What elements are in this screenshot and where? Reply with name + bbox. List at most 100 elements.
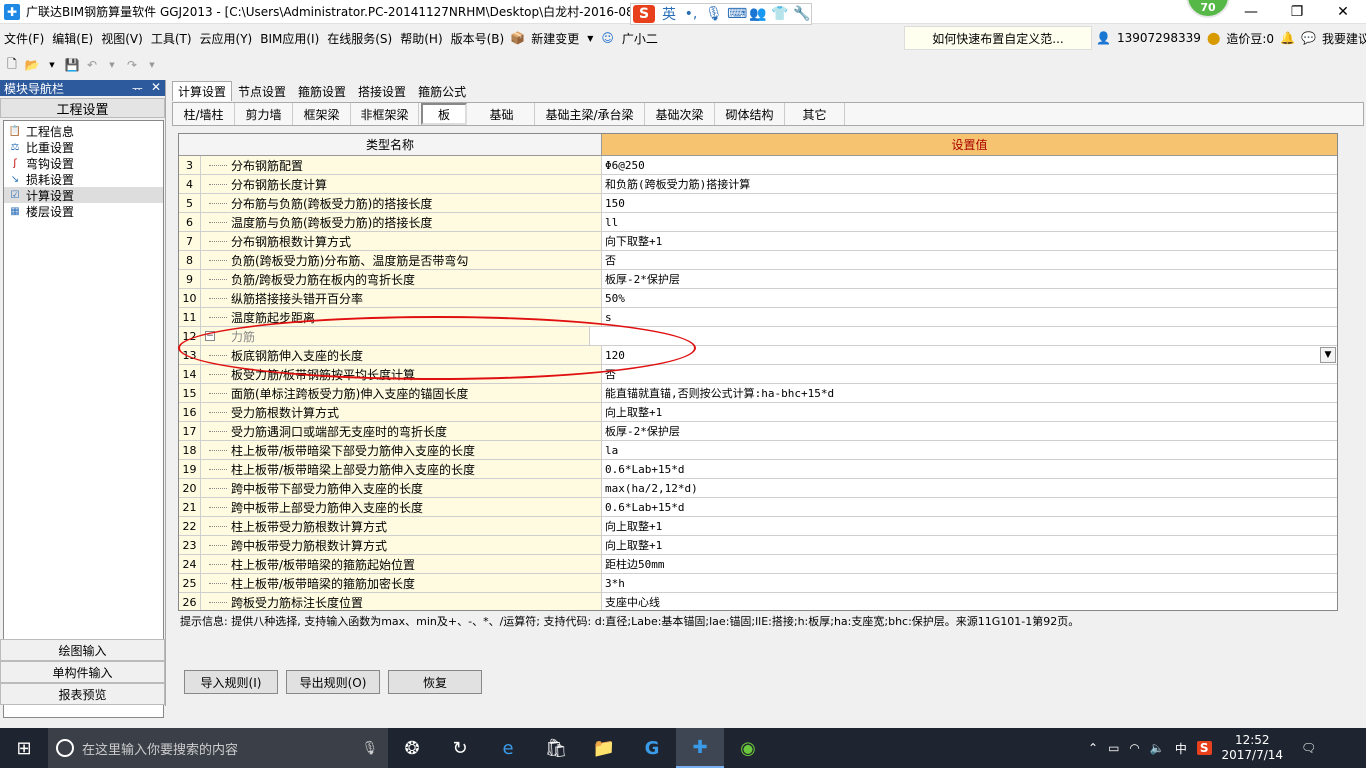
app-swirl-icon[interactable]: ↻: [436, 728, 484, 768]
table-row[interactable]: 17 受力筋遇洞口或端部无支座时的弯折长度 板厚-2*保护层: [179, 422, 1337, 441]
nav-section-drawing-input[interactable]: 绘图输入: [0, 639, 165, 661]
network-icon[interactable]: ▭: [1108, 741, 1119, 755]
nav-item-hook[interactable]: ʃ 弯钩设置: [4, 155, 163, 171]
menu-cloud[interactable]: 云应用(Y): [196, 30, 257, 47]
row-setting-value[interactable]: 150: [602, 194, 1337, 212]
tab-foundation-sec-beam[interactable]: 基础次梁: [645, 103, 715, 125]
new-file-icon[interactable]: 🗋: [4, 57, 20, 73]
store-icon[interactable]: 🛍: [532, 728, 580, 768]
table-row[interactable]: 4 分布钢筋长度计算 和负筋(跨板受力筋)搭接计算: [179, 175, 1337, 194]
dropdown-arrow-icon[interactable]: ▼: [104, 57, 120, 73]
nav-item-project-info[interactable]: 📋 工程信息: [4, 123, 163, 139]
table-row[interactable]: 7 分布钢筋根数计算方式 向下取整+1: [179, 232, 1337, 251]
keyboard-icon[interactable]: ⌨: [727, 6, 747, 22]
row-setting-value[interactable]: 板厚-2*保护层: [602, 422, 1337, 440]
table-row[interactable]: 20 跨中板带下部受力筋伸入支座的长度 max(ha/2,12*d): [179, 479, 1337, 498]
nav-section-report-preview[interactable]: 报表预览: [0, 683, 165, 705]
tab-foundation[interactable]: 基础: [469, 103, 535, 125]
tab-column[interactable]: 柱/墙柱: [173, 103, 235, 125]
row-setting-value[interactable]: 否: [602, 365, 1337, 383]
table-row[interactable]: 25 柱上板带/板带暗梁的箍筋加密长度 3*h: [179, 574, 1337, 593]
volume-icon[interactable]: 🔈: [1150, 741, 1165, 755]
tab-lap-settings[interactable]: 搭接设置: [352, 81, 412, 101]
tab-foundation-main-beam[interactable]: 基础主梁/承台梁: [535, 103, 645, 125]
tray-chevron-icon[interactable]: ⌃: [1088, 741, 1098, 755]
sogou-icon[interactable]: S: [633, 5, 655, 23]
nav-item-density[interactable]: ⚖ 比重设置: [4, 139, 163, 155]
tab-nonframe-beam[interactable]: 非框架梁: [351, 103, 419, 125]
suggest-link[interactable]: 我要建议: [1322, 30, 1366, 47]
table-row[interactable]: 23 跨中板带受力筋根数计算方式 向上取整+1: [179, 536, 1337, 555]
taskbar-search[interactable]: 在这里输入你要搜索的内容 🎙: [48, 728, 388, 768]
tab-slab[interactable]: 板: [421, 103, 467, 125]
menu-edit[interactable]: 编辑(E): [48, 30, 97, 47]
tip-link[interactable]: 如何快速布置自定义范...: [904, 26, 1092, 50]
punctuation-icon[interactable]: •,: [683, 6, 699, 22]
table-row[interactable]: 13 板底钢筋伸入支座的长度 120: [179, 346, 1337, 365]
ggj-app-icon[interactable]: ✚: [676, 728, 724, 768]
row-setting-value[interactable]: 和负筋(跨板受力筋)搭接计算: [602, 175, 1337, 193]
row-setting-value[interactable]: 能直锚就直锚,否则按公式计算:ha-bhc+15*d: [602, 384, 1337, 402]
row-setting-value[interactable]: 0.6*Lab+15*d: [602, 498, 1337, 516]
col-header-value[interactable]: 设置值: [602, 134, 1337, 156]
wifi-icon[interactable]: ◠: [1129, 741, 1139, 755]
table-row[interactable]: 11 温度筋起步距离 s: [179, 308, 1337, 327]
account-phone[interactable]: 13907298339: [1117, 31, 1201, 45]
row-setting-value[interactable]: 0.6*Lab+15*d: [602, 460, 1337, 478]
close-button[interactable]: ✕: [1320, 0, 1366, 24]
collapse-icon[interactable]: −: [205, 331, 215, 341]
ime-indicator[interactable]: 中: [1175, 740, 1187, 757]
import-rules-button[interactable]: 导入规则(I): [184, 670, 278, 694]
app-icon[interactable]: ✚: [4, 3, 20, 20]
maximize-button[interactable]: ❐: [1274, 0, 1320, 24]
clock[interactable]: 12:52 2017/7/14: [1222, 733, 1284, 763]
nav-section-single-input[interactable]: 单构件输入: [0, 661, 165, 683]
restore-button[interactable]: 恢复: [388, 670, 482, 694]
table-row[interactable]: 19 柱上板带/板带暗梁上部受力筋伸入支座的长度 0.6*Lab+15*d: [179, 460, 1337, 479]
row-setting-value[interactable]: 向上取整+1: [602, 536, 1337, 554]
file-explorer-icon[interactable]: 📁: [580, 728, 628, 768]
ime-mode-label[interactable]: 英: [661, 4, 677, 24]
wrench-icon[interactable]: 🔧: [793, 6, 810, 22]
tab-shear-wall[interactable]: 剪力墙: [235, 103, 293, 125]
table-row[interactable]: 15 面筋(单标注跨板受力筋)伸入支座的锚固长度 能直锚就直锚,否则按公式计算:ha…: [179, 384, 1337, 403]
microphone-icon[interactable]: 🎙: [361, 741, 388, 756]
app-g-icon[interactable]: G: [628, 728, 676, 768]
row-setting-value[interactable]: 向上取整+1: [602, 403, 1337, 421]
row-setting-value[interactable]: 120: [602, 346, 1337, 364]
nav-item-loss[interactable]: ↘ 损耗设置: [4, 171, 163, 187]
table-row[interactable]: 8 负筋(跨板受力筋)分布筋、温度筋是否带弯勾否: [179, 251, 1337, 270]
row-setting-value[interactable]: ll: [602, 213, 1337, 231]
table-row[interactable]: 9 负筋/跨板受力筋在板内的弯折长度 板厚-2*保护层: [179, 270, 1337, 289]
table-row[interactable]: 26 跨板受力筋标注长度位置 支座中心线: [179, 593, 1337, 610]
dropdown-arrow-icon[interactable]: ▼: [44, 57, 60, 73]
edge-icon[interactable]: e: [484, 728, 532, 768]
menu-online[interactable]: 在线服务(S): [323, 30, 396, 47]
table-row[interactable]: 6 温度筋与负筋(跨板受力筋)的搭接长度 ll: [179, 213, 1337, 232]
menu-new-change[interactable]: 新建变更: [527, 30, 583, 47]
app-green-icon[interactable]: ◉: [724, 728, 772, 768]
ime-toolbar[interactable]: S 英 •, 🎙 ⌨ 👥 👕 🔧: [630, 3, 812, 25]
save-icon[interactable]: 💾: [64, 57, 80, 73]
table-row[interactable]: 5 分布筋与负筋(跨板受力筋)的搭接长度 150: [179, 194, 1337, 213]
table-row[interactable]: 18 柱上板带/板带暗梁下部受力筋伸入支座的长度 la: [179, 441, 1337, 460]
dropdown-arrow-icon[interactable]: ▼: [583, 34, 597, 43]
row-setting-value[interactable]: 50%: [602, 289, 1337, 307]
table-row[interactable]: 16 受力筋根数计算方式 向上取整+1: [179, 403, 1337, 422]
menu-version[interactable]: 版本号(B): [447, 30, 509, 47]
tab-calc-settings[interactable]: 计算设置: [172, 81, 233, 101]
table-row[interactable]: 24 柱上板带/板带暗梁的箍筋起始位置 距柱边50mm: [179, 555, 1337, 574]
row-setting-value[interactable]: max(ha/2,12*d): [602, 479, 1337, 497]
row-setting-value[interactable]: la: [602, 441, 1337, 459]
minimize-button[interactable]: —: [1228, 0, 1274, 24]
row-setting-value[interactable]: s: [602, 308, 1337, 326]
nav-item-floor[interactable]: ▦ 楼层设置: [4, 203, 163, 219]
menu-tools[interactable]: 工具(T): [147, 30, 196, 47]
export-rules-button[interactable]: 导出规则(O): [286, 670, 380, 694]
col-header-type[interactable]: 类型名称: [179, 134, 602, 156]
row-setting-value[interactable]: 向下取整+1: [602, 232, 1337, 250]
sogou-tray-icon[interactable]: S: [1196, 741, 1212, 755]
bell-icon[interactable]: 🔔: [1280, 31, 1295, 45]
notification-icon[interactable]: 🗨: [1301, 741, 1316, 755]
nav-section-project-settings[interactable]: 工程设置: [0, 98, 165, 118]
